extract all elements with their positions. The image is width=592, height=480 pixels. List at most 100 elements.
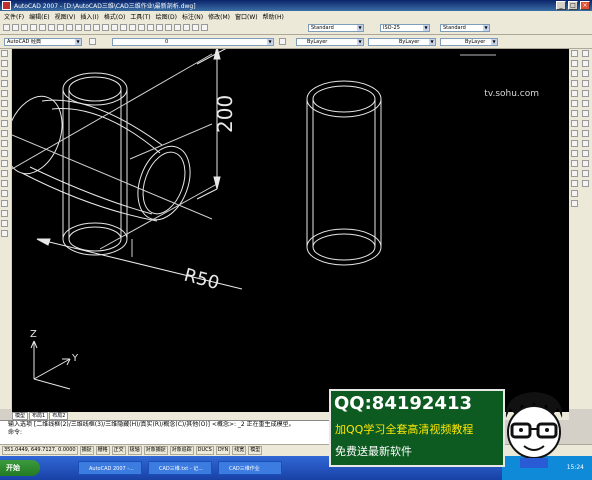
redo-icon[interactable]	[102, 24, 109, 31]
task-autocad[interactable]: AutoCAD 2007 -...	[78, 461, 142, 475]
polyline-icon[interactable]	[1, 70, 8, 77]
design-center-icon[interactable]	[156, 24, 163, 31]
mirror-icon[interactable]	[571, 70, 578, 77]
intersect-icon[interactable]	[582, 150, 589, 157]
menu-format[interactable]: 格式(O)	[104, 12, 125, 21]
preview-icon[interactable]	[39, 24, 46, 31]
publish-icon[interactable]	[48, 24, 55, 31]
stretch-icon[interactable]	[571, 130, 578, 137]
new-icon[interactable]	[3, 24, 10, 31]
table-icon[interactable]	[1, 220, 8, 227]
toggle-grid[interactable]: 栅格	[95, 446, 110, 455]
text-style-select[interactable]: Standard ▼	[308, 24, 364, 32]
render-icon[interactable]	[582, 180, 589, 187]
fillet-icon[interactable]	[571, 190, 578, 197]
tab-layout2[interactable]: 布局2	[49, 412, 69, 420]
make-current-layer-icon[interactable]	[279, 38, 286, 45]
point-icon[interactable]	[1, 180, 8, 187]
rotate-icon[interactable]	[571, 110, 578, 117]
break-icon[interactable]	[571, 160, 578, 167]
calculator-icon[interactable]	[192, 24, 199, 31]
dim-style-select[interactable]: ISO-25 ▼	[380, 24, 430, 32]
menu-file[interactable]: 文件(F)	[4, 12, 24, 21]
move-icon[interactable]	[571, 100, 578, 107]
arc-icon[interactable]	[1, 100, 8, 107]
copy-object-icon[interactable]	[571, 60, 578, 67]
open-icon[interactable]	[12, 24, 19, 31]
menu-help[interactable]: 帮助(H)	[263, 12, 284, 21]
print-icon[interactable]	[30, 24, 37, 31]
insert-block-icon[interactable]	[1, 160, 8, 167]
toggle-dyn[interactable]: DYN	[215, 446, 231, 455]
menu-dimension[interactable]: 标注(N)	[182, 12, 203, 21]
pan-icon[interactable]	[111, 24, 118, 31]
zoom-previous-icon[interactable]	[138, 24, 145, 31]
explode-icon[interactable]	[571, 200, 578, 207]
minimize-button[interactable]: _	[556, 1, 566, 10]
menu-view[interactable]: 视图(V)	[55, 12, 76, 21]
toggle-model[interactable]: 模型	[248, 446, 263, 455]
tab-model[interactable]: 模型	[12, 412, 29, 420]
drawing-canvas[interactable]: 200 R50 Y Z tv.sohu.com	[12, 49, 569, 412]
cylinder-icon[interactable]	[582, 70, 589, 77]
polygon-icon[interactable]	[1, 80, 8, 87]
lineweight-select[interactable]: ByLayer ▼	[440, 38, 498, 46]
start-button[interactable]: 开始	[0, 460, 40, 476]
close-button[interactable]: ×	[580, 1, 590, 10]
join-icon[interactable]	[571, 170, 578, 177]
box-icon[interactable]	[582, 50, 589, 57]
markup-icon[interactable]	[183, 24, 190, 31]
visual-style-icon[interactable]	[582, 170, 589, 177]
task-notepad[interactable]: CAD三维.txt - 记...	[148, 461, 212, 475]
save-icon[interactable]	[21, 24, 28, 31]
autocad-app-icon[interactable]	[2, 1, 11, 10]
circle-icon[interactable]	[1, 110, 8, 117]
union-icon[interactable]	[582, 130, 589, 137]
table-style-select[interactable]: Standard ▼	[440, 24, 490, 32]
construction-line-icon[interactable]	[1, 60, 8, 67]
make-block-icon[interactable]	[1, 170, 8, 177]
copy-icon[interactable]	[66, 24, 73, 31]
sphere-icon[interactable]	[582, 60, 589, 67]
tab-layout1[interactable]: 布局1	[29, 412, 49, 420]
command-line[interactable]: 输入选项 [二维线框(2)/三维线框(3)/三维隐藏(H)/真实(R)/概念(C…	[0, 420, 330, 444]
undo-icon[interactable]	[93, 24, 100, 31]
toggle-snap[interactable]: 捕捉	[79, 446, 94, 455]
properties-icon[interactable]	[147, 24, 154, 31]
task-folder[interactable]: CAD三维作业	[218, 461, 282, 475]
menu-insert[interactable]: 插入(I)	[80, 12, 98, 21]
workspace-select[interactable]: AutoCAD 经典 ▼	[4, 38, 82, 46]
spline-icon[interactable]	[1, 130, 8, 137]
help-icon[interactable]	[201, 24, 208, 31]
cut-icon[interactable]	[57, 24, 64, 31]
multiline-text-icon[interactable]	[1, 230, 8, 237]
scale-icon[interactable]	[571, 120, 578, 127]
menu-window[interactable]: 窗口(W)	[235, 12, 258, 21]
extrude-icon[interactable]	[582, 110, 589, 117]
rectangle-icon[interactable]	[1, 90, 8, 97]
toggle-polar[interactable]: 极轴	[127, 446, 142, 455]
array-icon[interactable]	[571, 90, 578, 97]
match-properties-icon[interactable]	[84, 24, 91, 31]
menu-tools[interactable]: 工具(T)	[130, 12, 150, 21]
ellipse-arc-icon[interactable]	[1, 150, 8, 157]
color-select[interactable]: ByLayer ▼	[296, 38, 364, 46]
orbit-icon[interactable]	[582, 160, 589, 167]
toggle-osnap[interactable]: 对象捕捉	[143, 446, 168, 455]
trim-icon[interactable]	[571, 140, 578, 147]
zoom-realtime-icon[interactable]	[120, 24, 127, 31]
chamfer-icon[interactable]	[571, 180, 578, 187]
torus-icon[interactable]	[582, 100, 589, 107]
cone-icon[interactable]	[582, 80, 589, 87]
wedge-icon[interactable]	[582, 90, 589, 97]
layer-select[interactable]: 0 ▼	[112, 38, 274, 46]
toggle-ducs[interactable]: DUCS	[195, 446, 214, 455]
gradient-icon[interactable]	[1, 200, 8, 207]
sheet-set-icon[interactable]	[174, 24, 181, 31]
linetype-select[interactable]: ByLayer ▼	[368, 38, 436, 46]
menu-draw[interactable]: 绘图(D)	[156, 12, 177, 21]
region-icon[interactable]	[1, 210, 8, 217]
tool-palettes-icon[interactable]	[165, 24, 172, 31]
maximize-button[interactable]: □	[568, 1, 578, 10]
toggle-otrack[interactable]: 对象追踪	[169, 446, 194, 455]
